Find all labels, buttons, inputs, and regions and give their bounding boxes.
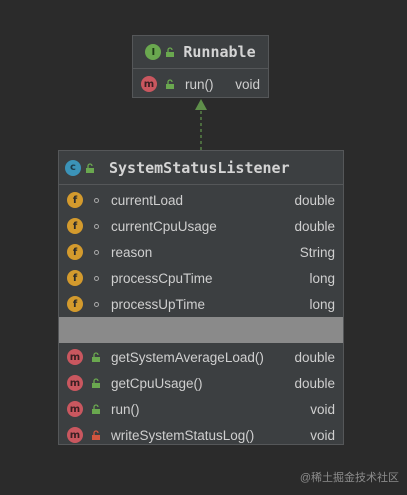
fields-section: f currentLoad double f currentCpuUsage d… (59, 185, 343, 317)
method-name: getCpuUsage() (111, 375, 203, 391)
public-lock-icon (91, 352, 101, 362)
field-icon: f (67, 296, 83, 312)
interface-header: I Runnable (133, 36, 268, 69)
method-icon: m (67, 375, 83, 391)
interface-title: Runnable (183, 43, 256, 61)
field-row[interactable]: f reason String (59, 239, 343, 265)
field-icon: f (67, 244, 83, 260)
method-row[interactable]: m getCpuUsage() double (59, 370, 343, 396)
field-type: String (299, 244, 335, 260)
public-lock-icon (85, 162, 95, 173)
field-icon: f (67, 192, 83, 208)
private-lock-icon (91, 430, 101, 440)
public-lock-icon (91, 404, 101, 414)
method-name: run() (111, 401, 140, 417)
method-icon: m (141, 76, 157, 92)
method-type: void (235, 76, 260, 92)
method-type: double (294, 375, 335, 391)
method-name: writeSystemStatusLog() (111, 427, 255, 443)
package-dot-icon (91, 221, 101, 231)
package-dot-icon (91, 247, 101, 257)
class-title: SystemStatusListener (109, 158, 290, 177)
field-row[interactable]: f processUpTime long (59, 291, 343, 317)
method-icon: m (67, 427, 83, 443)
method-type: void (310, 427, 335, 443)
package-dot-icon (91, 273, 101, 283)
method-row[interactable]: m run() void (133, 69, 268, 99)
methods-section: m getSystemAverageLoad() double m getCpu… (59, 343, 343, 448)
field-icon: f (67, 218, 83, 234)
public-lock-icon (165, 79, 175, 89)
method-row[interactable]: m getSystemAverageLoad() double (59, 344, 343, 370)
field-name: currentLoad (111, 192, 184, 208)
interface-runnable[interactable]: I Runnable m run() void (132, 35, 269, 98)
method-row[interactable]: m writeSystemStatusLog() void (59, 422, 343, 448)
package-dot-icon (91, 299, 101, 309)
method-name: getSystemAverageLoad() (111, 349, 264, 365)
public-lock-icon (165, 47, 175, 57)
method-type: void (310, 401, 335, 417)
field-row[interactable]: f processCpuTime long (59, 265, 343, 291)
watermark: @稀土掘金技术社区 (299, 472, 399, 484)
class-icon: c (65, 159, 81, 176)
method-icon: m (67, 401, 83, 417)
field-name: reason (111, 244, 153, 260)
field-name: processCpuTime (111, 270, 213, 286)
class-systemstatuslistener[interactable]: c SystemStatusListener f currentLoad dou… (58, 150, 344, 445)
field-icon: f (67, 270, 83, 286)
method-icon: m (67, 349, 83, 365)
field-row[interactable]: f currentCpuUsage double (59, 213, 343, 239)
field-type: double (294, 192, 335, 208)
method-row[interactable]: m run() void (59, 396, 343, 422)
field-name: currentCpuUsage (111, 218, 217, 234)
method-type: double (294, 349, 335, 365)
public-lock-icon (91, 378, 101, 388)
class-header: c SystemStatusListener (59, 151, 343, 185)
field-name: processUpTime (111, 296, 206, 312)
package-dot-icon (91, 195, 101, 205)
method-name: run() (185, 76, 214, 92)
field-row[interactable]: f currentLoad double (59, 187, 343, 213)
constructors-section-divider (59, 317, 343, 343)
interface-icon: I (145, 44, 162, 60)
field-type: long (309, 296, 335, 312)
field-type: double (294, 218, 335, 234)
field-type: long (309, 270, 335, 286)
